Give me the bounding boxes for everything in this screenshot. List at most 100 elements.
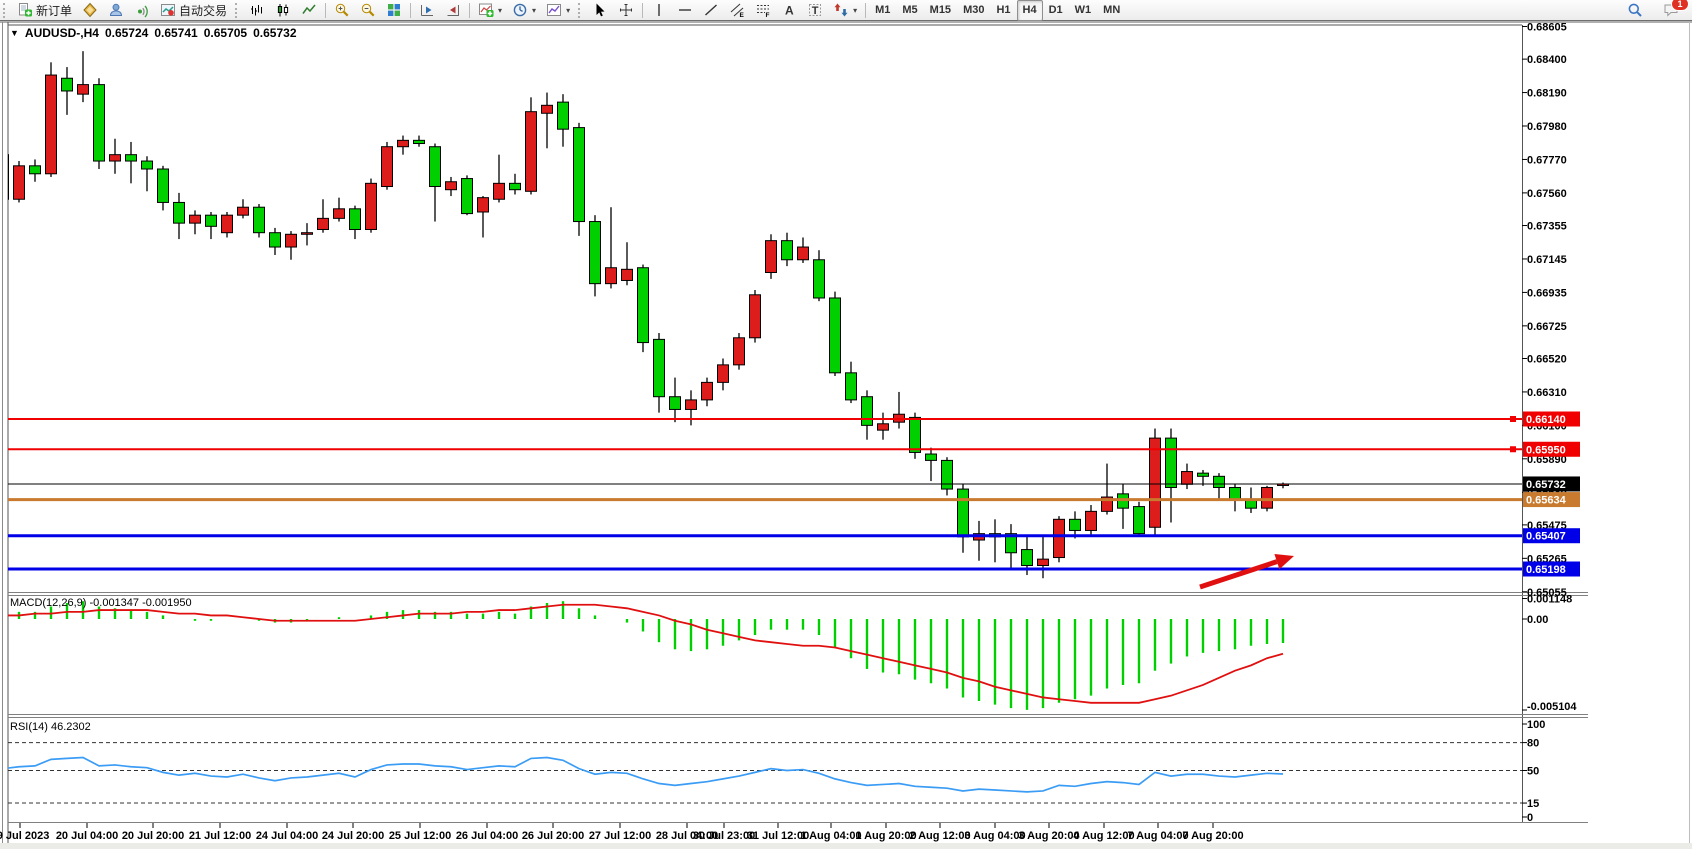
chart-line-button[interactable] — [296, 0, 322, 21]
toolbar-separator — [410, 3, 411, 18]
svg-text:0.65950: 0.65950 — [1526, 444, 1566, 456]
svg-text:3 Aug 04:00: 3 Aug 04:00 — [964, 830, 1025, 842]
timeframe-m30-button[interactable]: M30 — [957, 0, 990, 21]
timeframe-h1-button[interactable]: H1 — [990, 0, 1016, 21]
high-value: 0.65741 — [154, 26, 197, 40]
chart-candles-button[interactable] — [270, 0, 296, 21]
trendline-icon — [703, 2, 719, 18]
autotrading-icon — [160, 2, 176, 18]
svg-text:1 Aug 20:00: 1 Aug 20:00 — [855, 830, 916, 842]
channel-icon: E — [729, 2, 745, 18]
svg-text:3 Aug 20:00: 3 Aug 20:00 — [1018, 830, 1079, 842]
trendline-button[interactable] — [698, 0, 724, 21]
svg-text:0: 0 — [1527, 812, 1533, 824]
arrows-button[interactable]: ▾ — [828, 0, 862, 21]
svg-text:50: 50 — [1527, 766, 1539, 778]
chart-canvas[interactable]: 0.686050.684000.681900.679800.677700.675… — [0, 0, 1692, 849]
new-order-label: 新订单 — [36, 2, 72, 19]
svg-text:27 Jul 12:00: 27 Jul 12:00 — [589, 830, 651, 842]
toolbar-grip — [578, 3, 584, 18]
search-button[interactable] — [1622, 0, 1648, 21]
chart-shift-icon — [445, 2, 461, 18]
one-click-trading-arrow-icon[interactable]: ▼ — [10, 28, 19, 38]
cursor-button[interactable] — [587, 0, 613, 21]
svg-text:0.65732: 0.65732 — [1526, 479, 1566, 491]
svg-text:20 Jul 20:00: 20 Jul 20:00 — [122, 830, 184, 842]
chart-bars-icon — [249, 2, 265, 18]
cursor-icon — [592, 2, 608, 18]
new-order-button[interactable]: 新订单 — [12, 0, 77, 21]
main-toolbar: 新订单 自动交易 ▾ ▾ ▾ E F A T ▾ M1M5M15M30H1H4D1W1MN 1 — [0, 0, 1692, 21]
auto-scroll-button[interactable] — [414, 0, 440, 21]
timeframe-h4-button[interactable]: H4 — [1017, 0, 1043, 21]
periods-button[interactable]: ▾ — [507, 0, 541, 21]
svg-text:7 Aug 20:00: 7 Aug 20:00 — [1182, 830, 1243, 842]
toolbar-separator — [469, 3, 470, 18]
svg-text:0.001148: 0.001148 — [1527, 594, 1572, 606]
metaeditor-button[interactable] — [77, 0, 103, 21]
svg-text:0.67355: 0.67355 — [1527, 221, 1567, 233]
templates-button[interactable]: ▾ — [541, 0, 575, 21]
svg-text:T: T — [812, 5, 819, 17]
vertical-line-icon — [651, 2, 667, 18]
svg-text:0.65634: 0.65634 — [1526, 495, 1567, 507]
indicators-button[interactable]: ▾ — [473, 0, 507, 21]
toolbar-right-group: 1 — [1622, 0, 1686, 21]
autotrading-button[interactable]: 自动交易 — [155, 0, 232, 21]
tile-windows-button[interactable] — [381, 0, 407, 21]
periods-icon — [512, 2, 528, 18]
vertical-line-button[interactable] — [646, 0, 672, 21]
text-icon: A — [781, 2, 797, 18]
community-icon — [108, 2, 124, 18]
horizontal-line-button[interactable] — [672, 0, 698, 21]
timeframe-m15-button[interactable]: M15 — [924, 0, 957, 21]
svg-text:0.65198: 0.65198 — [1526, 564, 1566, 576]
timeframe-m5-button[interactable]: M5 — [896, 0, 923, 21]
svg-text:4 Aug 12:00: 4 Aug 12:00 — [1073, 830, 1134, 842]
zoom-in-button[interactable] — [329, 0, 355, 21]
timeframe-d1-button[interactable]: D1 — [1043, 0, 1069, 21]
svg-text:-0.005104: -0.005104 — [1527, 701, 1577, 713]
channel-button[interactable]: E — [724, 0, 750, 21]
zoom-out-icon — [360, 2, 376, 18]
chart-shift-button[interactable] — [440, 0, 466, 21]
templates-dropdown-caret[interactable]: ▾ — [566, 6, 570, 15]
timeframe-mn-button[interactable]: MN — [1097, 0, 1126, 21]
community-button[interactable] — [103, 0, 129, 21]
zoom-out-button[interactable] — [355, 0, 381, 21]
periods-dropdown-caret[interactable]: ▾ — [532, 6, 536, 15]
timeframe-w1-button[interactable]: W1 — [1069, 0, 1098, 21]
chart-title: ▼ AUDUSD-,H4 0.65724 0.65741 0.65705 0.6… — [10, 26, 297, 40]
fibonacci-button[interactable]: F — [750, 0, 776, 21]
svg-text:21 Jul 12:00: 21 Jul 12:00 — [189, 830, 251, 842]
chat-button[interactable]: 1 — [1658, 0, 1686, 21]
svg-text:25 Jul 12:00: 25 Jul 12:00 — [389, 830, 451, 842]
metaeditor-icon — [82, 2, 98, 18]
svg-text:0.67145: 0.67145 — [1527, 254, 1567, 266]
notification-badge: 1 — [1671, 0, 1689, 11]
zoom-in-icon — [334, 2, 350, 18]
crosshair-button[interactable] — [613, 0, 639, 21]
indicators-dropdown-caret[interactable]: ▾ — [498, 6, 502, 15]
svg-text:F: F — [766, 12, 770, 18]
signals-icon — [134, 2, 150, 18]
horizontal-line-icon — [677, 2, 693, 18]
svg-text:26 Jul 04:00: 26 Jul 04:00 — [456, 830, 518, 842]
text-button[interactable]: A — [776, 0, 802, 21]
auto-scroll-icon — [419, 2, 435, 18]
signals-button[interactable] — [129, 0, 155, 21]
svg-text:0.65407: 0.65407 — [1526, 531, 1566, 543]
text-label-button[interactable]: T — [802, 0, 828, 21]
svg-text:0.67560: 0.67560 — [1527, 188, 1567, 200]
low-value: 0.65705 — [204, 26, 247, 40]
fibonacci-icon: F — [755, 2, 771, 18]
chart-bars-button[interactable] — [244, 0, 270, 21]
arrows-dropdown-caret[interactable]: ▾ — [853, 6, 857, 15]
svg-text:0.66310: 0.66310 — [1527, 387, 1567, 399]
timeframe-m1-button[interactable]: M1 — [869, 0, 896, 21]
svg-text:0.66520: 0.66520 — [1527, 353, 1567, 365]
svg-text:19 Jul 2023: 19 Jul 2023 — [0, 830, 49, 842]
svg-text:80: 80 — [1527, 738, 1539, 750]
svg-text:0.68190: 0.68190 — [1527, 88, 1567, 100]
macd-indicator-label: MACD(12,26,9) -0.001347 -0.001950 — [10, 597, 192, 609]
